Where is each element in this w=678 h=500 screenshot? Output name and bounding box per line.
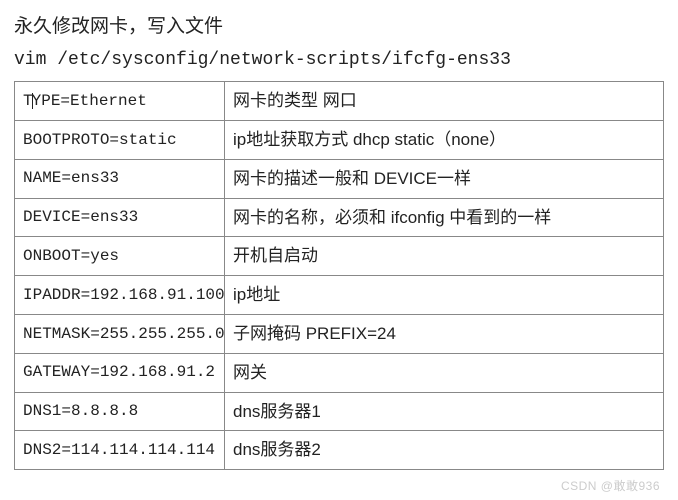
config-cell: BOOTPROTO=static [15, 120, 225, 159]
desc-cell: ip地址获取方式 dhcp static（none） [225, 120, 664, 159]
watermark: CSDN @敢敢936 [561, 477, 660, 494]
desc-cell: 网卡的类型 网口 [225, 82, 664, 121]
desc-cell: 子网掩码 PREFIX=24 [225, 314, 664, 353]
table-row: NAME=ens33 网卡的描述一般和 DEVICE一样 [15, 159, 664, 198]
desc-cell: dns服务器2 [225, 431, 664, 470]
table-row: DEVICE=ens33 网卡的名称，必须和 ifconfig 中看到的一样 [15, 198, 664, 237]
config-cell: ONBOOT=yes [15, 237, 225, 276]
doc-title: 永久修改网卡，写入文件 [14, 12, 664, 42]
config-cell: NAME=ens33 [15, 159, 225, 198]
config-cell: NETMASK=255.255.255.0 [15, 314, 225, 353]
config-cell: DNS2=114.114.114.114 [15, 431, 225, 470]
config-cell: DEVICE=ens33 [15, 198, 225, 237]
config-cell: GATEWAY=192.168.91.2 [15, 353, 225, 392]
config-table: TYPE=Ethernet 网卡的类型 网口 BOOTPROTO=static … [14, 81, 664, 470]
desc-cell: dns服务器1 [225, 392, 664, 431]
table-row: BOOTPROTO=static ip地址获取方式 dhcp static（no… [15, 120, 664, 159]
table-row: DNS2=114.114.114.114 dns服务器2 [15, 431, 664, 470]
table-row: ONBOOT=yes 开机自启动 [15, 237, 664, 276]
desc-cell: 开机自启动 [225, 237, 664, 276]
table-row: IPADDR=192.168.91.100 ip地址 [15, 276, 664, 315]
config-cell: IPADDR=192.168.91.100 [15, 276, 225, 315]
table-row: TYPE=Ethernet 网卡的类型 网口 [15, 82, 664, 121]
desc-cell: 网关 [225, 353, 664, 392]
config-cell: DNS1=8.8.8.8 [15, 392, 225, 431]
table-row: NETMASK=255.255.255.0 子网掩码 PREFIX=24 [15, 314, 664, 353]
table-row: DNS1=8.8.8.8 dns服务器1 [15, 392, 664, 431]
config-cell: TYPE=Ethernet [15, 82, 225, 121]
table-row: GATEWAY=192.168.91.2 网关 [15, 353, 664, 392]
desc-cell: 网卡的名称，必须和 ifconfig 中看到的一样 [225, 198, 664, 237]
vim-command: vim /etc/sysconfig/network-scripts/ifcfg… [14, 46, 664, 75]
desc-cell: 网卡的描述一般和 DEVICE一样 [225, 159, 664, 198]
desc-cell: ip地址 [225, 276, 664, 315]
